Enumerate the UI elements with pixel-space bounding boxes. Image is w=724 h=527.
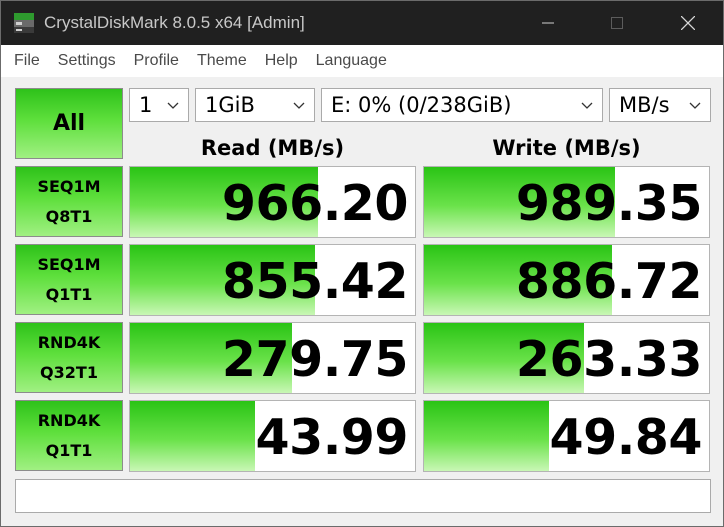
chevron-down-icon (293, 102, 305, 109)
chevron-down-icon (689, 102, 701, 109)
window-title: CrystalDiskMark 8.0.5 x64 [Admin] (44, 13, 305, 32)
test-button-seq1m-q8t1[interactable]: SEQ1M Q8T1 (15, 166, 123, 237)
test-label-line2: Q1T1 (45, 284, 93, 304)
read-result-rnd4k-q1t1: 43.99 (129, 400, 416, 472)
menu-file[interactable]: File (5, 45, 49, 77)
write-result-seq1m-q1t1: 886.72 (423, 244, 710, 316)
title-bar[interactable]: CrystalDiskMark 8.0.5 x64 [Admin] (1, 1, 723, 45)
test-button-rnd4k-q32t1[interactable]: RND4K Q32T1 (15, 322, 123, 393)
minimize-icon (542, 22, 554, 24)
chevron-down-icon (581, 102, 593, 109)
app-window: CrystalDiskMark 8.0.5 x64 [Admin] File S… (0, 0, 724, 527)
read-value: 43.99 (255, 409, 409, 466)
read-result-seq1m-q1t1: 855.42 (129, 244, 416, 316)
test-label-line1: SEQ1M (37, 254, 101, 274)
read-progress-bar (130, 401, 256, 471)
write-progress-bar (424, 401, 550, 471)
write-column-header: Write (MB/s) (492, 136, 641, 160)
read-column-header: Read (MB/s) (200, 136, 345, 160)
write-value: 263.33 (515, 331, 703, 388)
drive-value: E: 0% (0/238GiB) (331, 93, 512, 117)
menu-bar: File Settings Profile Theme Help Languag… (1, 45, 723, 77)
read-value: 966.20 (221, 175, 409, 232)
main-panel: All 1 1GiB E: 0% (0/238GiB) MB/s Read (M… (1, 77, 723, 526)
read-result-seq1m-q8t1: 966.20 (129, 166, 416, 238)
menu-profile[interactable]: Profile (125, 45, 188, 77)
drive-select[interactable]: E: 0% (0/238GiB) (321, 88, 603, 122)
test-count-select[interactable]: 1 (129, 88, 189, 122)
menu-language[interactable]: Language (307, 45, 396, 77)
write-result-seq1m-q8t1: 989.35 (423, 166, 710, 238)
unit-value: MB/s (619, 93, 670, 117)
disk-app-icon (14, 13, 34, 33)
unit-select[interactable]: MB/s (609, 88, 711, 122)
menu-help[interactable]: Help (256, 45, 307, 77)
test-size-select[interactable]: 1GiB (195, 88, 315, 122)
test-size-value: 1GiB (205, 93, 255, 117)
close-icon (681, 16, 695, 30)
write-result-rnd4k-q1t1: 49.84 (423, 400, 710, 472)
menu-theme[interactable]: Theme (188, 45, 256, 77)
test-label-line1: SEQ1M (37, 176, 101, 196)
test-label-line1: RND4K (37, 410, 101, 430)
run-all-button[interactable]: All (15, 88, 123, 159)
write-value: 886.72 (515, 253, 703, 310)
read-value: 279.75 (221, 331, 409, 388)
comment-input[interactable] (15, 479, 711, 513)
test-count-value: 1 (139, 93, 153, 117)
chevron-down-icon (167, 102, 179, 109)
test-label-line1: RND4K (37, 332, 101, 352)
write-value: 49.84 (549, 409, 703, 466)
test-label-line2: Q1T1 (45, 440, 93, 460)
read-value: 855.42 (221, 253, 409, 310)
write-result-rnd4k-q32t1: 263.33 (423, 322, 710, 394)
menu-settings[interactable]: Settings (49, 45, 125, 77)
test-label-line2: Q8T1 (45, 206, 93, 226)
read-result-rnd4k-q32t1: 279.75 (129, 322, 416, 394)
close-button[interactable] (655, 1, 721, 45)
test-button-rnd4k-q1t1[interactable]: RND4K Q1T1 (15, 400, 123, 471)
test-button-seq1m-q1t1[interactable]: SEQ1M Q1T1 (15, 244, 123, 315)
write-value: 989.35 (515, 175, 703, 232)
minimize-button[interactable] (515, 1, 581, 45)
test-label-line2: Q32T1 (40, 362, 98, 382)
maximize-icon (611, 17, 623, 29)
maximize-button[interactable] (584, 1, 650, 45)
